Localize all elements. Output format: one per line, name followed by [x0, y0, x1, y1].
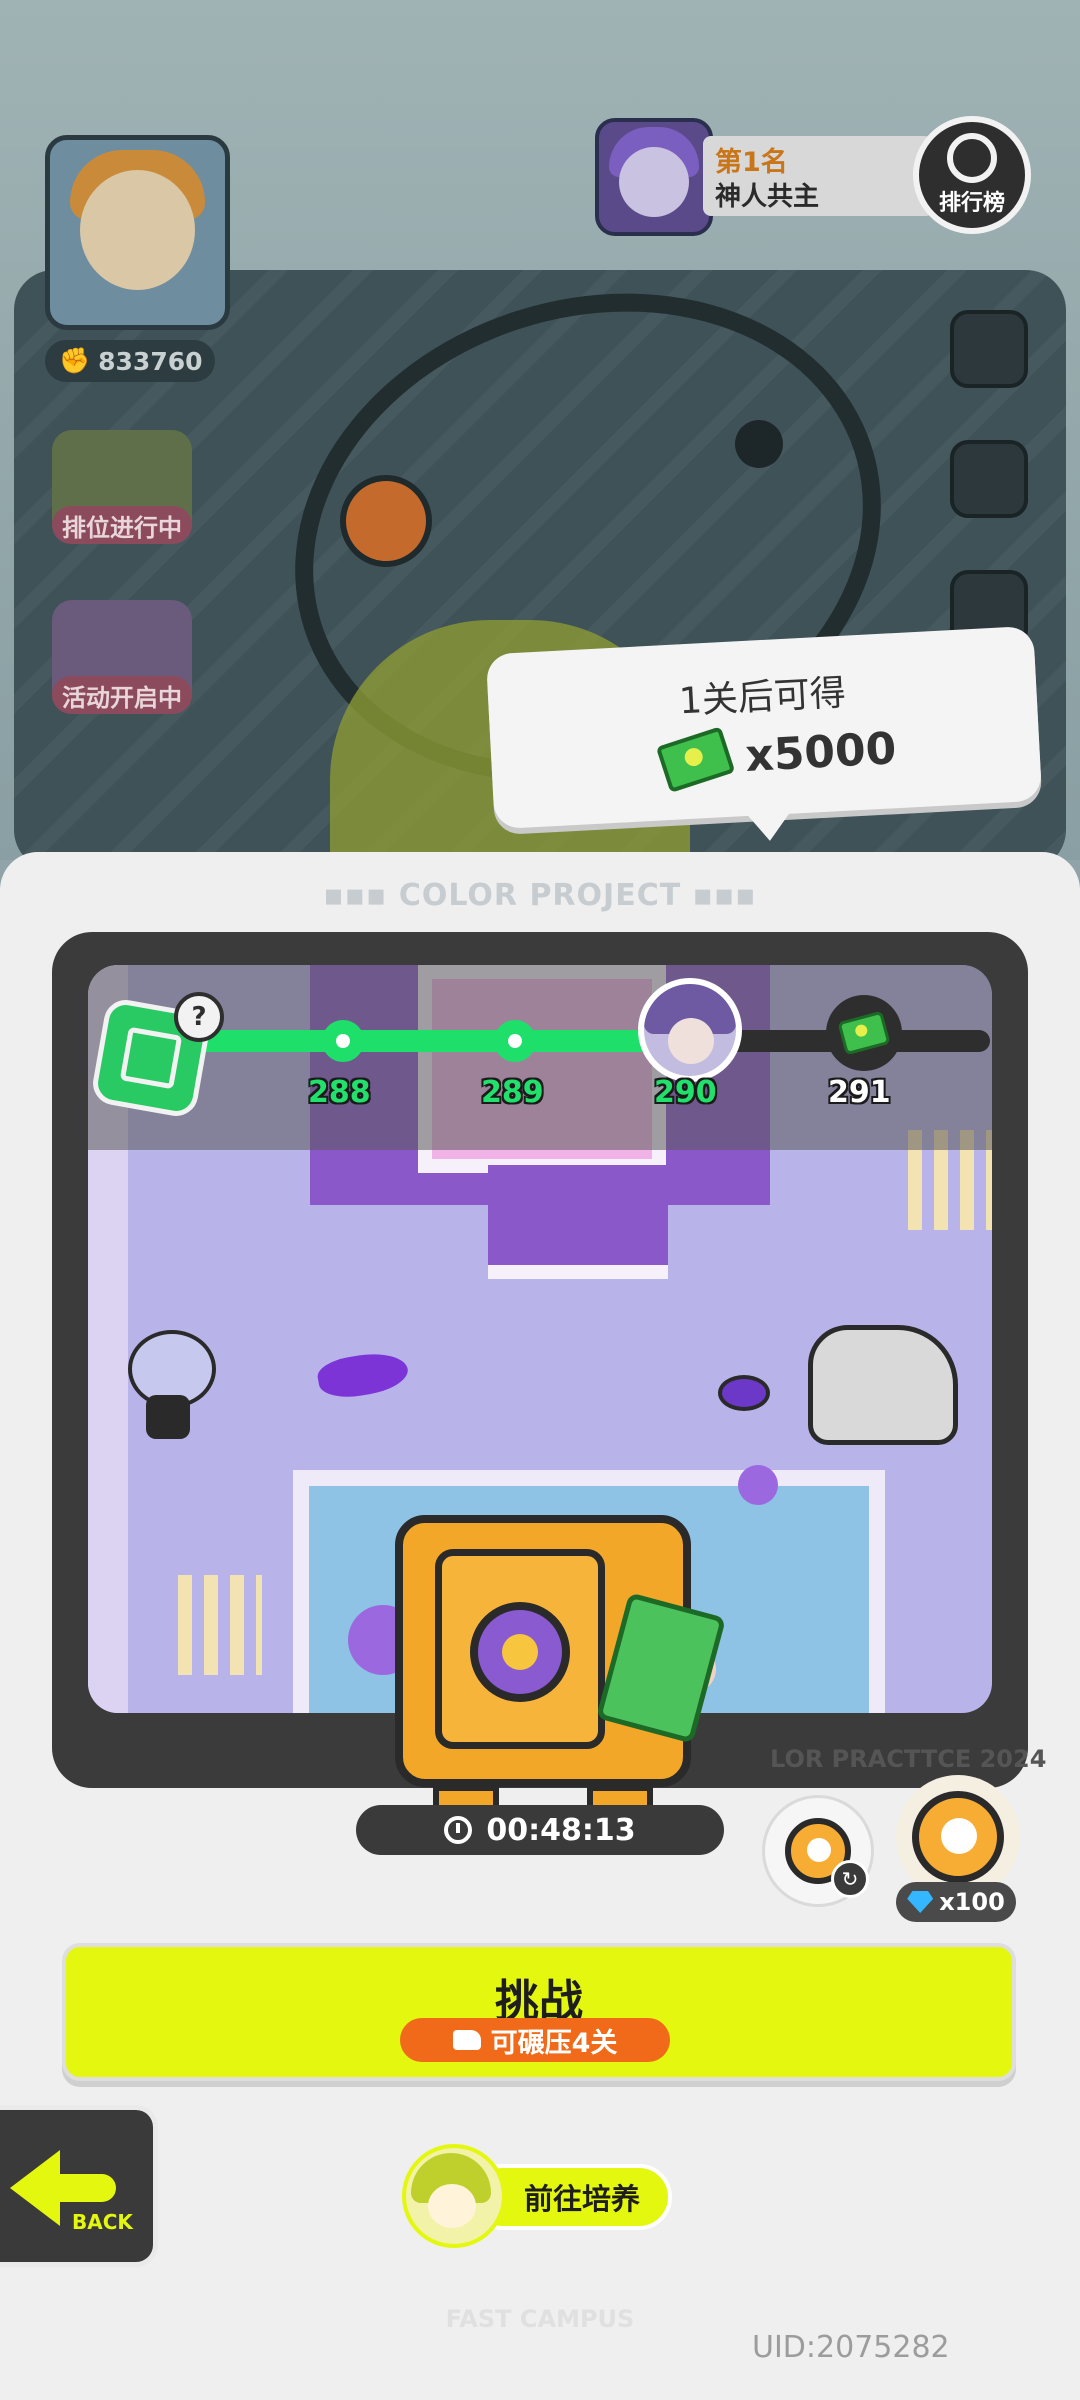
- fist-icon: ✊: [59, 346, 91, 375]
- back-arrow-icon: [10, 2150, 60, 2226]
- stage-label-current: 290: [654, 1075, 717, 1110]
- map-watermark: LOR PRACTTCE 2024: [770, 1745, 1047, 1773]
- hub-orbit-dot: [735, 420, 783, 468]
- cash-icon: [655, 725, 736, 793]
- countdown-timer: 00:48:13: [356, 1805, 724, 1855]
- sheet-title-text: COLOR PROJECT: [398, 878, 682, 913]
- train-character-avatar: [402, 2144, 506, 2248]
- player-avatar[interactable]: [45, 135, 230, 330]
- reward-tooltip-reward: x5000: [655, 723, 898, 793]
- stage-progress-fill: [190, 1030, 670, 1052]
- gun-icon: [452, 2030, 481, 2050]
- map-robot-enemy: [808, 1325, 958, 1445]
- event-badge[interactable]: 活动开启中: [52, 600, 192, 714]
- go-train-label: 前往培养: [523, 2182, 640, 2216]
- diamond-icon: [907, 1891, 934, 1913]
- leaderboard-player-name: 神人共主: [715, 182, 820, 212]
- back-arrow-shaft: [56, 2174, 116, 2202]
- map-building-base: [488, 1165, 668, 1279]
- ranked-mode-badge[interactable]: 排位进行中: [52, 430, 192, 544]
- stage-node: [322, 1020, 364, 1062]
- reward-tooltip-title: 1关后可得: [678, 672, 847, 723]
- map-paint-splat: [315, 1347, 411, 1403]
- leaderboard-place: 第1名: [715, 147, 788, 178]
- refresh-icon: ↻: [831, 1860, 869, 1898]
- safe-dial: [470, 1602, 570, 1702]
- user-id: UID:2075282: [752, 2330, 950, 2365]
- map-crosswalk: [178, 1575, 262, 1675]
- avatar-face: [80, 170, 195, 290]
- clock-icon: [444, 1816, 473, 1844]
- safe-door: [435, 1549, 605, 1749]
- alarm-clock-icon: [912, 1791, 1004, 1883]
- back-label: BACK: [72, 2210, 133, 2234]
- speedup-gem-button[interactable]: [896, 1775, 1020, 1899]
- current-stage-avatar: [638, 978, 742, 1082]
- power-display: ✊ 833760: [45, 340, 215, 382]
- stage-node: [494, 1020, 536, 1062]
- top-player-avatar: [595, 118, 713, 236]
- gem-cost: x100: [939, 1888, 1005, 1916]
- treasure-safe: [395, 1515, 727, 1827]
- leaderboard-button-label: 排行榜: [938, 191, 1005, 216]
- back-button[interactable]: BACK: [0, 2105, 158, 2267]
- top-player-face: [619, 147, 689, 217]
- current-avatar-face: [668, 1018, 714, 1064]
- timer-value: 00:48:13: [486, 1812, 636, 1848]
- map-paint-bubble: [738, 1465, 778, 1505]
- stage-label: 288: [308, 1075, 371, 1110]
- reward-tooltip: 1关后可得 x5000: [485, 625, 1043, 830]
- footer-brand: FAST CAMPUS: [445, 2305, 635, 2333]
- event-label: 活动开启中: [52, 676, 192, 714]
- cube-icon: [119, 1026, 183, 1090]
- map-eye-enemy: [718, 1375, 770, 1411]
- power-value: 833760: [98, 346, 203, 376]
- train-avatar-face: [428, 2184, 476, 2228]
- player-character: [108, 1325, 228, 1445]
- leaderboard-button[interactable]: 排行榜: [913, 116, 1031, 234]
- help-icon[interactable]: ?: [174, 992, 224, 1042]
- trophy-icon: [947, 133, 997, 183]
- sweep-info: 可碾压4关: [400, 2018, 670, 2062]
- ranked-mode-label: 排位进行中: [52, 506, 192, 544]
- sheet-title: ▪▪▪ COLOR PROJECT ▪▪▪: [323, 878, 757, 913]
- mail-icon[interactable]: [950, 310, 1028, 388]
- reward-amount: x5000: [744, 723, 898, 782]
- next-stage-reward: [826, 995, 902, 1071]
- cash-icon: [837, 1010, 891, 1056]
- tasks-icon[interactable]: [950, 440, 1028, 518]
- player-character-body: [146, 1395, 190, 1439]
- speedup-refresh-button[interactable]: ↻: [762, 1795, 874, 1907]
- leaderboard-card[interactable]: 第1名 神人共主 排行榜: [595, 116, 1035, 236]
- gem-cost-pill: x100: [896, 1882, 1016, 1922]
- stage-label: 289: [481, 1075, 544, 1110]
- sweep-info-label: 可碾压4关: [490, 2027, 618, 2059]
- hub-planet-decoration: [340, 475, 432, 567]
- stage-label-next: 291: [828, 1075, 891, 1110]
